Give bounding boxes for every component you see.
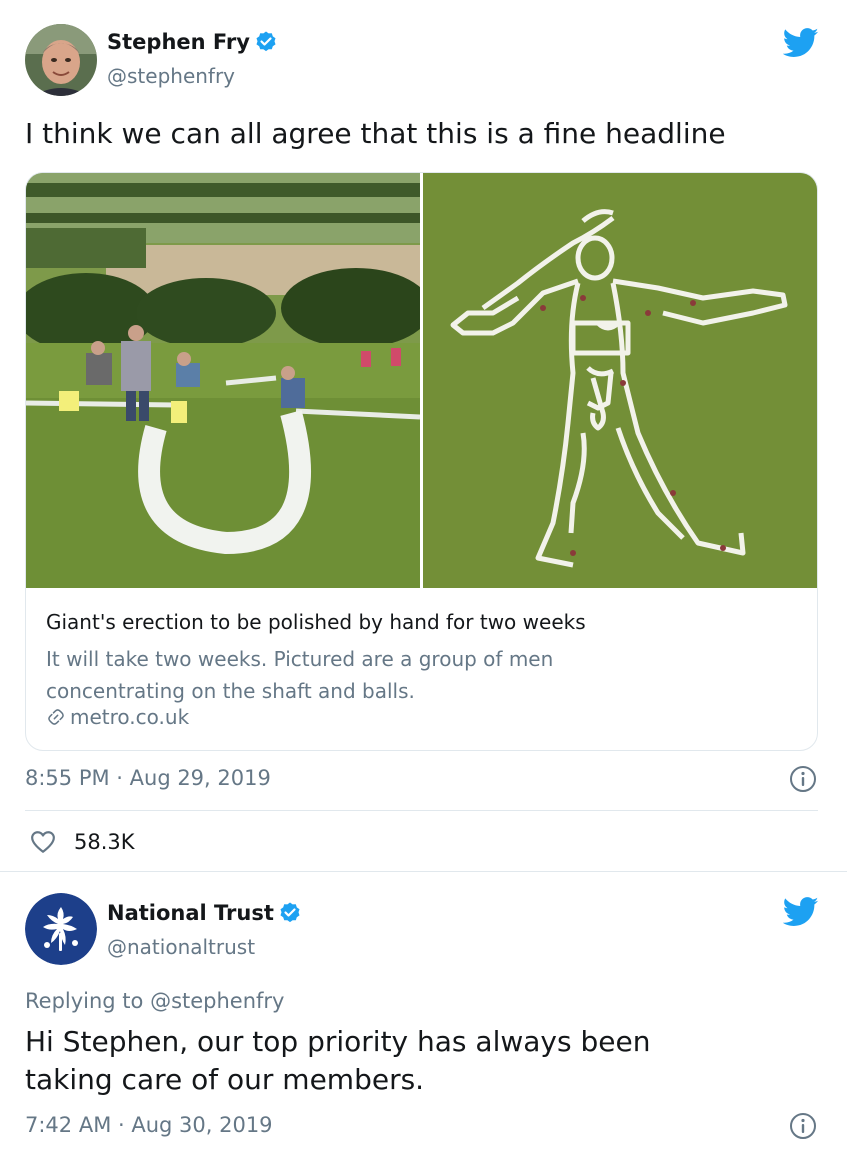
card-link-text[interactable]: metro.co.uk <box>70 705 189 729</box>
twitter-bird-icon[interactable] <box>783 28 819 58</box>
timestamp[interactable]: 7:42 AM · Aug 30, 2019 <box>25 1113 273 1137</box>
tweet-stephen-fry: Stephen Fry @stephenfry I think we can a… <box>0 0 847 873</box>
display-name[interactable]: National Trust <box>107 901 274 925</box>
verified-icon <box>256 31 276 52</box>
card-images <box>26 173 817 588</box>
info-icon[interactable] <box>789 1112 817 1140</box>
tweet-text: I think we can all agree that this is a … <box>25 117 726 150</box>
like-count[interactable]: 58.3K <box>74 830 135 854</box>
handle[interactable]: @stephenfry <box>107 64 235 88</box>
name-row: National Trust <box>107 901 302 925</box>
heart-icon[interactable] <box>30 830 56 854</box>
tweet-separator <box>0 871 847 872</box>
tweet-national-trust: National Trust @nationaltrust Replying t… <box>0 873 847 1169</box>
card-link[interactable]: metro.co.uk <box>46 705 189 729</box>
card-image-workers <box>26 173 420 588</box>
twitter-bird-icon[interactable] <box>783 897 819 927</box>
likes-row: 58.3K <box>30 830 135 854</box>
tweet-text-line-1: Hi Stephen, our top priority has always … <box>25 1025 651 1058</box>
handle[interactable]: @nationaltrust <box>107 935 255 959</box>
link-card[interactable]: Giant's erection to be polished by hand … <box>25 172 818 751</box>
display-name[interactable]: Stephen Fry <box>107 30 250 54</box>
avatar-national-trust[interactable] <box>25 893 97 965</box>
divider <box>25 810 818 811</box>
avatar-stephen-fry[interactable] <box>25 24 97 96</box>
link-icon <box>48 709 64 725</box>
name-row: Stephen Fry <box>107 30 278 54</box>
timestamp[interactable]: 8:55 PM · Aug 29, 2019 <box>25 766 271 790</box>
tweet-text-line-2: taking care of our members. <box>25 1063 425 1096</box>
card-image-giant <box>423 173 817 588</box>
replying-to[interactable]: Replying to @stephenfry <box>25 989 285 1013</box>
verified-icon <box>280 902 300 923</box>
card-description: It will take two weeks. Pictured are a g… <box>46 647 554 703</box>
card-title: Giant's erection to be polished by hand … <box>46 610 586 634</box>
info-icon[interactable] <box>789 765 817 793</box>
